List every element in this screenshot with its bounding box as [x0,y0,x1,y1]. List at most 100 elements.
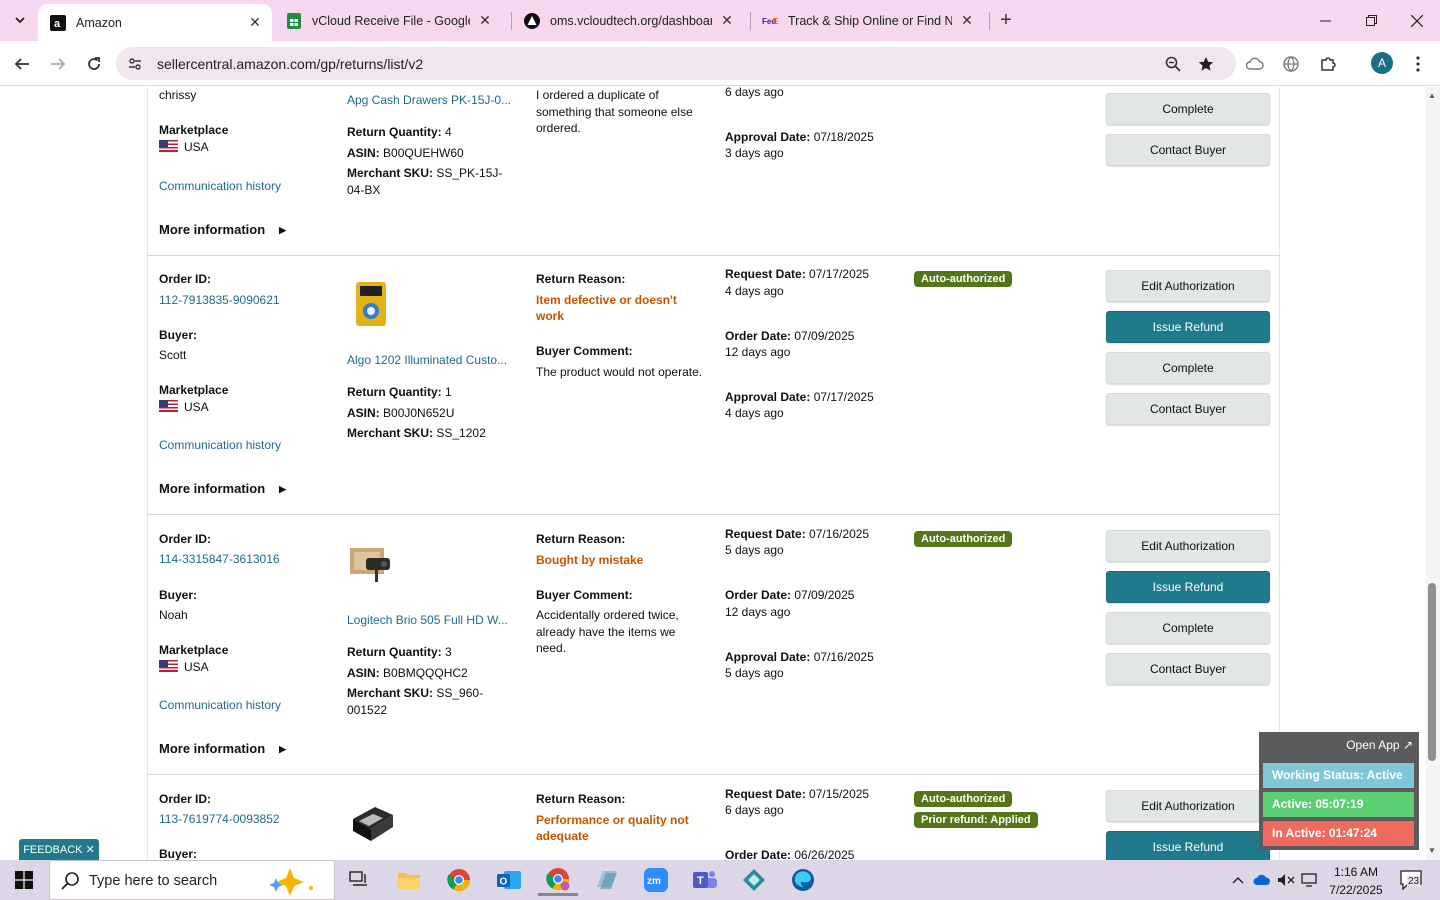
file-explorer-icon[interactable] [389,864,429,896]
scrollbar-thumb[interactable] [1428,583,1436,761]
return-reason-label: Return Reason: [536,792,626,806]
google-sheets-icon [286,12,302,29]
communication-history-link[interactable]: Communication history [159,438,281,452]
system-clock[interactable]: 1:16 AM 7/22/2025 [1324,863,1388,899]
asin: ASIN: B00QUEHW60 [347,146,464,160]
globe-extension-icon[interactable] [1281,54,1301,74]
caret-right-icon: ▶ [279,484,287,494]
marketplace-label: Marketplace [159,383,229,397]
edit-authorization-button[interactable]: Edit Authorization [1106,270,1270,302]
app-glass-icon[interactable] [587,864,627,896]
scroll-up-arrow-icon[interactable]: ▲ [1428,91,1436,100]
active-timer: Active: 05:07:19 [1263,792,1414,817]
chrome-profile-icon[interactable] [538,864,578,896]
edge-icon[interactable] [783,864,823,896]
product-title-link[interactable]: Algo 1202 Illuminated Custo... [347,353,507,367]
task-view-icon[interactable] [339,864,379,896]
svg-text:a: a [54,18,61,30]
chrome-icon[interactable] [439,864,479,896]
product-title-link[interactable]: Apg Cash Drawers PK-15J-0... [347,93,511,107]
forward-arrow-icon[interactable] [45,51,71,77]
zoom-app-icon[interactable]: zm [636,864,676,896]
zoom-icon[interactable] [1164,55,1182,73]
issue-refund-button[interactable]: Issue Refund [1106,571,1270,603]
oms-favicon-icon [524,12,540,29]
status-badge: Auto-authorized [914,791,1013,807]
scroll-down-arrow-icon[interactable]: ▼ [1428,846,1436,855]
issue-refund-button[interactable]: Issue Refund [1106,311,1270,343]
product-image[interactable] [349,799,395,849]
more-information-toggle[interactable]: More information ▶ [159,481,286,496]
new-tab-plus-icon[interactable]: + [994,8,1018,32]
edit-authorization-button[interactable]: Edit Authorization [1106,790,1270,822]
tab-amazon[interactable]: a Amazon ✕ [38,4,272,41]
feedback-button[interactable]: FEEDBACK ✕ [19,839,99,860]
complete-button[interactable]: Complete [1106,93,1270,125]
svg-text:Ex: Ex [773,17,778,26]
product-image[interactable] [348,542,394,592]
more-information-toggle[interactable]: More information ▶ [159,741,286,756]
approval-date: Approval Date: 07/17/2025 [725,390,874,404]
tab-google-sheets[interactable]: vCloud Receive File - Google Sh ✕ [286,0,502,41]
complete-button[interactable]: Complete [1106,352,1270,384]
caret-right-icon: ▶ [279,744,287,754]
reload-icon[interactable] [81,51,107,77]
contact-buyer-button[interactable]: Contact Buyer [1106,134,1270,166]
order-id-link[interactable]: 114-3315847-3613016 [159,552,280,566]
windows-start-icon[interactable] [0,860,48,900]
tab-title: Track & Ship Online or Find Ne [788,13,952,28]
more-information-toggle[interactable]: More information ▶ [159,222,286,237]
extensions-puzzle-icon[interactable] [1318,54,1338,74]
buyer-label: Buyer: [159,588,198,602]
merchant-sku: Merchant SKU: SS_PK-15J-04-BX [347,166,503,197]
communication-history-link[interactable]: Communication history [159,698,281,712]
minimize-window-icon[interactable] [1302,0,1348,41]
close-tab-icon[interactable]: ✕ [246,14,264,32]
issue-refund-button[interactable]: Issue Refund [1106,831,1270,860]
kebab-menu-icon[interactable] [1408,54,1428,74]
profile-avatar[interactable]: A [1371,52,1393,74]
back-arrow-icon[interactable] [9,51,35,77]
app-diamond-icon[interactable] [734,864,774,896]
close-tab-icon[interactable]: ✕ [958,12,976,30]
bookmark-star-icon[interactable] [1197,55,1215,73]
tab-fedex-track[interactable]: FedEx Track & Ship Online or Find Ne ✕ [762,0,982,41]
onedrive-cloud-icon[interactable] [1252,870,1272,890]
open-app-link[interactable]: Open App ↗ [1346,738,1413,752]
restore-window-icon[interactable] [1348,0,1394,41]
close-tab-icon[interactable]: ✕ [476,12,494,30]
svg-text:T: T [697,875,704,887]
inactive-timer: In Active: 01:47:24 [1263,821,1414,846]
taskbar-search-box[interactable]: Type here to search [49,860,335,900]
outlook-icon[interactable]: O [489,864,529,896]
tab-search-button[interactable] [8,8,32,32]
network-icon[interactable] [1300,870,1320,890]
order-id-link[interactable]: 113-7619774-0093852 [159,812,280,826]
chevron-up-icon[interactable] [1228,870,1248,890]
site-info-icon[interactable] [126,55,144,73]
request-date: Request Date: 07/15/2025 [725,787,870,801]
product-image[interactable] [350,280,396,330]
page-scrollbar[interactable]: ▲ ▼ [1426,87,1440,860]
tab-oms-dashboard[interactable]: oms.vcloudtech.org/dashboard ✕ [524,0,742,41]
contact-buyer-button[interactable]: Contact Buyer [1106,653,1270,685]
order-id-link[interactable]: 112-7913835-9090621 [159,293,280,307]
return-quantity: Return Quantity: 3 [347,645,452,659]
close-tab-icon[interactable]: ✕ [718,12,736,30]
edit-authorization-button[interactable]: Edit Authorization [1106,530,1270,562]
close-window-icon[interactable] [1394,0,1440,41]
order-date: Order Date: 07/09/2025 [725,329,855,343]
speaker-muted-icon[interactable] [1276,870,1296,890]
asin: ASIN: B0BMQQQHC2 [347,666,468,680]
address-bar[interactable]: sellercentral.amazon.com/gp/returns/list… [116,47,1236,80]
notifications-icon[interactable]: 23 [1398,870,1424,890]
complete-button[interactable]: Complete [1106,612,1270,644]
url-text: sellercentral.amazon.com/gp/returns/list… [157,56,424,72]
extension-cloud-icon[interactable] [1245,54,1265,74]
teams-icon[interactable]: T [685,864,725,896]
close-icon[interactable]: ✕ [86,843,95,856]
return-quantity: Return Quantity: 4 [347,125,452,139]
product-title-link[interactable]: Logitech Brio 505 Full HD W... [347,613,508,627]
communication-history-link[interactable]: Communication history [159,179,281,193]
contact-buyer-button[interactable]: Contact Buyer [1106,393,1270,425]
